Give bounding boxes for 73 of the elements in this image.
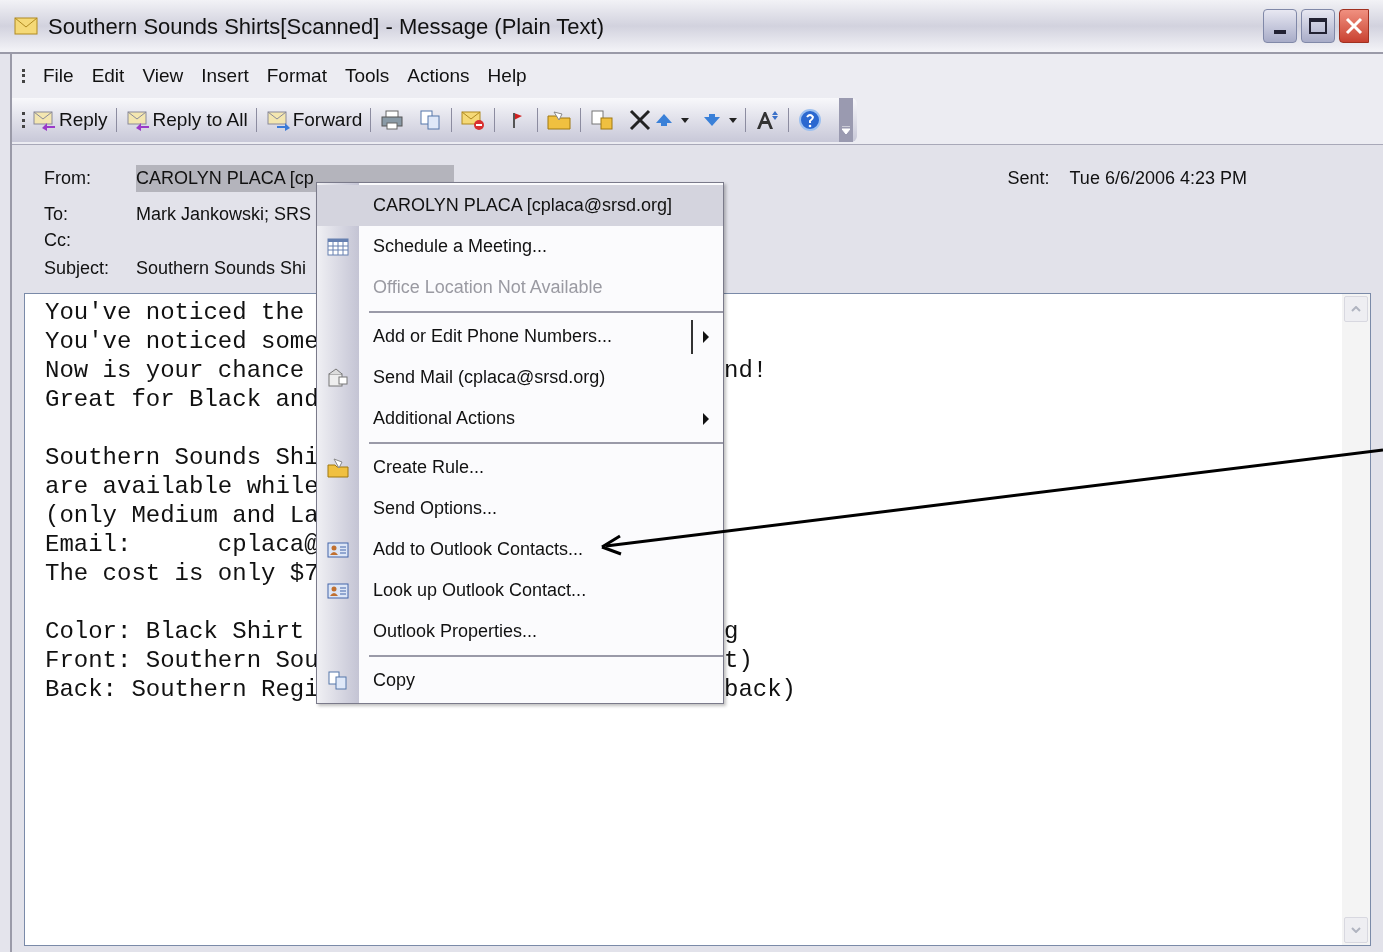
- contact-card-icon: [327, 539, 349, 560]
- from-label: From:: [44, 166, 92, 190]
- body-text-line: Now is your chance: [45, 357, 305, 384]
- body-text-line: back): [724, 675, 796, 704]
- sent-date: Tue 6/6/2006 4:23 PM: [1069, 166, 1247, 190]
- subject-label: Subject:: [44, 256, 111, 280]
- sent-label: Sent:: [1007, 166, 1050, 190]
- context-menu-item[interactable]: Send Mail (cplaca@srsd.org): [317, 357, 723, 398]
- maximize-button[interactable]: [1301, 9, 1335, 43]
- toolbar-options-icon[interactable]: [839, 98, 854, 142]
- body-text-line: You've noticed some: [45, 328, 319, 355]
- context-menu-item[interactable]: Look up Outlook Contact...: [317, 570, 723, 611]
- close-button[interactable]: [1339, 9, 1369, 43]
- menu-item[interactable]: Insert: [201, 61, 249, 91]
- body-text-line: t): [724, 646, 753, 675]
- cc-label: Cc:: [44, 228, 72, 252]
- grip-icon: [22, 112, 25, 128]
- body-text-line: are available while: [45, 473, 319, 500]
- envelope-reply-icon: [31, 109, 57, 131]
- move-icon[interactable]: [589, 109, 616, 131]
- menu-item[interactable]: Help: [487, 61, 527, 91]
- envelope-icon: [14, 17, 38, 35]
- context-menu-item[interactable]: Send Options...: [317, 488, 723, 529]
- folder-icon[interactable]: [546, 109, 573, 131]
- context-menu-item[interactable]: Additional Actions: [317, 398, 723, 439]
- body-text-line: Color: Black Shirt: [45, 618, 305, 645]
- forward-button[interactable]: Forward: [264, 105, 363, 135]
- context-menu-item[interactable]: CAROLYN PLACA [cplaca@srsd.org]: [317, 185, 723, 226]
- envelope-icon[interactable]: [460, 109, 487, 131]
- context-menu-item[interactable]: Schedule a Meeting...: [317, 226, 723, 267]
- dropdown-caret-icon: [729, 117, 738, 123]
- mail-icon: [327, 367, 349, 388]
- reply-button[interactable]: Reply: [31, 105, 108, 135]
- dropdown-caret-icon: [681, 117, 690, 123]
- body-text-line: g: [724, 617, 739, 646]
- subject-text: Southern Sounds Shi: [136, 256, 307, 280]
- envelope-forward-icon: [264, 109, 291, 131]
- reply-all-button[interactable]: Reply to All: [124, 105, 248, 135]
- menu-item[interactable]: Actions: [407, 61, 470, 91]
- chevron-up-icon: [1351, 306, 1361, 312]
- envelope-reply-icon: [124, 109, 151, 131]
- close-icon: [1345, 17, 1363, 35]
- folder-icon: [327, 457, 349, 478]
- context-menu-item[interactable]: Add to Outlook Contacts...: [317, 529, 723, 570]
- chevron-down-icon: [1351, 927, 1361, 933]
- copy-icon: [327, 670, 349, 691]
- menu-item[interactable]: View: [142, 61, 184, 91]
- minimize-button[interactable]: [1263, 9, 1297, 43]
- calendar-icon: [327, 236, 349, 257]
- body-text-line: nd!: [724, 356, 768, 385]
- context-menu-item[interactable]: Outlook Properties...: [317, 611, 723, 652]
- menu-item[interactable]: File: [43, 61, 74, 91]
- body-text-line: Back: Southern Regi: [45, 676, 319, 703]
- context-menu-item[interactable]: Add or Edit Phone Numbers...: [317, 316, 723, 357]
- window-title: Southern Sounds Shirts[Scanned] - Message (Plain Text): [48, 12, 604, 41]
- body-text-line: You've noticed the: [45, 299, 305, 326]
- font-size-icon[interactable]: [754, 109, 781, 131]
- body-text-line: The cost is only $7: [45, 560, 319, 587]
- help-icon[interactable]: [797, 109, 824, 131]
- printer-icon[interactable]: [379, 109, 406, 131]
- body-text-line: Southern Sounds Shi: [45, 444, 319, 471]
- contact-card-icon: [327, 580, 349, 601]
- body-text-line: Email: cplaca@: [45, 531, 319, 558]
- context-menu-item[interactable]: Create Rule...: [317, 447, 723, 488]
- menu-item[interactable]: Format: [266, 61, 327, 91]
- recipient-list: Mark Jankowski; SRS: [136, 200, 312, 228]
- to-label: To:: [44, 202, 69, 226]
- body-text-line: Great for Black and: [45, 386, 319, 413]
- body-text-line: (only Medium and La: [45, 502, 319, 529]
- menu-item[interactable]: Edit: [91, 61, 125, 91]
- menu-item[interactable]: Tools: [344, 61, 390, 91]
- grip-icon: [22, 69, 25, 83]
- context-menu-item[interactable]: Copy: [317, 660, 723, 701]
